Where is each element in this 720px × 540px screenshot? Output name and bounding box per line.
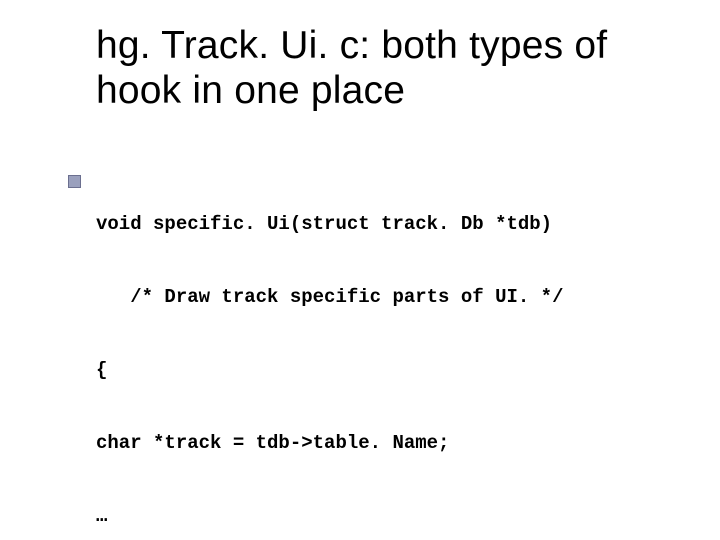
- slide: hg. Track. Ui. c: both types of hook in …: [0, 0, 720, 540]
- code-line: …: [96, 504, 666, 528]
- code-line: void specific. Ui(struct track. Db *tdb): [96, 212, 666, 236]
- code-line: /* Draw track specific parts of UI. */: [96, 285, 666, 309]
- bullet-icon: [68, 175, 81, 188]
- code-line: char *track = tdb->table. Name;: [96, 431, 666, 455]
- slide-title: hg. Track. Ui. c: both types of hook in …: [96, 24, 666, 114]
- code-line: {: [96, 358, 666, 382]
- code-block: void specific. Ui(struct track. Db *tdb)…: [96, 164, 666, 540]
